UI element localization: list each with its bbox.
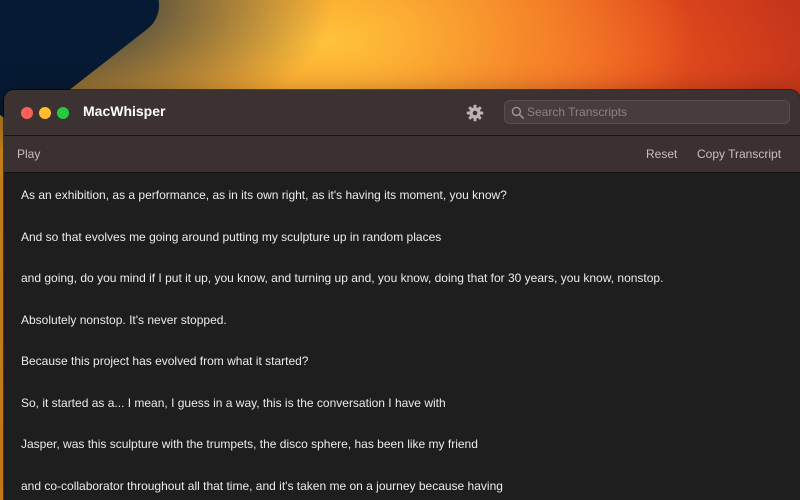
transcript-line: Absolutely nonstop. It's never stopped. [21,313,227,327]
transcript-line: So, it started as a... I mean, I guess i… [21,396,446,410]
title-bar: MacWhisper [4,90,800,136]
play-button[interactable]: Play [17,147,40,161]
search-input[interactable] [527,103,782,121]
transcript-line: And so that evolves me going around putt… [21,230,442,244]
copy-transcript-button[interactable]: Copy Transcript [697,147,781,161]
maximize-window-button[interactable] [57,107,69,119]
app-title: MacWhisper [83,103,166,119]
transcript-line: As an exhibition, as a performance, as i… [21,188,507,202]
toolbar: Play Reset Copy Transcript [4,136,800,173]
app-window: MacWhisper Search Transcripts Play Reset… [4,90,800,500]
transcript-line: and co-collaborator throughout all that … [21,479,503,493]
desktop: MacWhisper Search Transcripts Play Reset… [0,0,800,500]
reset-button[interactable]: Reset [646,147,677,161]
transcript-line: Jasper, was this sculpture with the trum… [21,437,478,451]
transcript-area[interactable]: As an exhibition, as a performance, as i… [4,173,800,500]
transcript-line: Because this project has evolved from wh… [21,354,309,368]
transcript-line: and going, do you mind if I put it up, y… [21,271,664,285]
search-field[interactable] [504,100,790,124]
minimize-window-button[interactable] [39,107,51,119]
gear-icon[interactable] [466,104,484,122]
close-window-button[interactable] [21,107,33,119]
search-icon [511,106,524,119]
